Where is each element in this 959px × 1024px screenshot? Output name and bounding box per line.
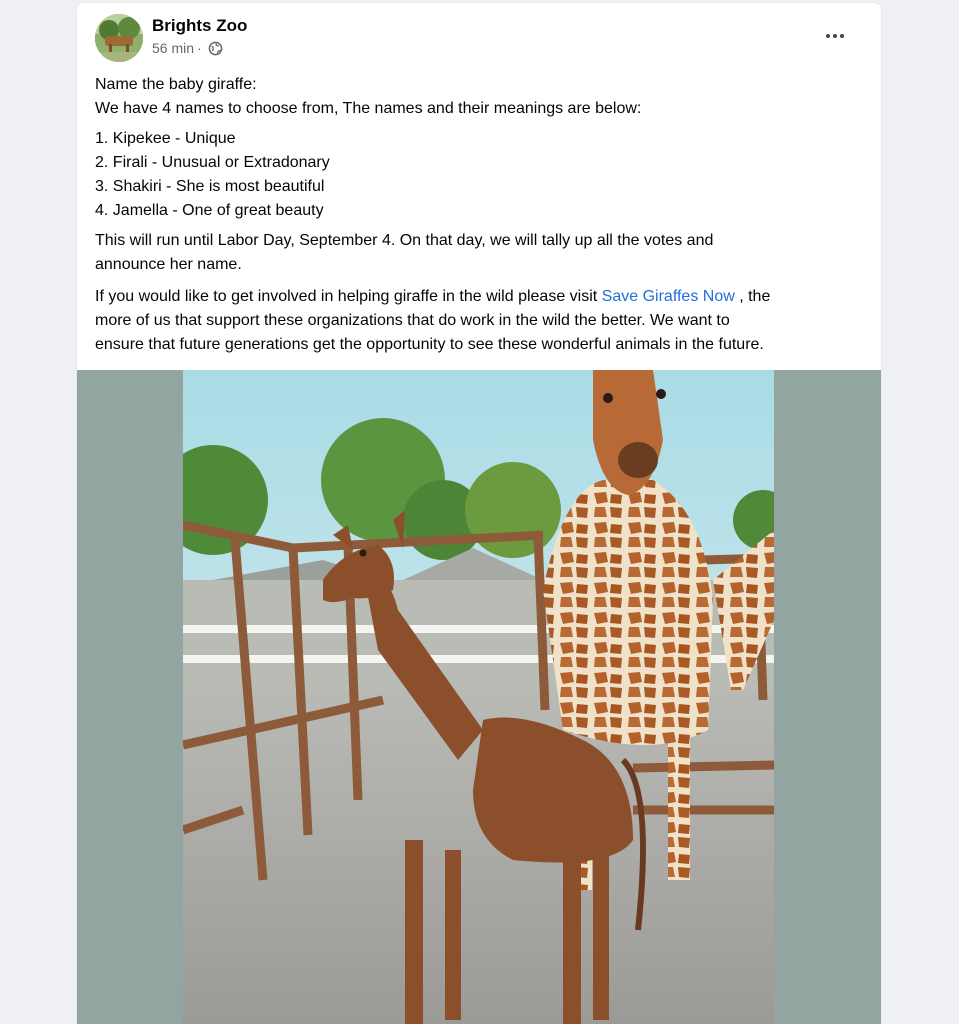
meta-separator: · [197, 40, 202, 56]
page-name[interactable]: Brights Zoo [152, 16, 247, 36]
save-giraffes-link[interactable]: Save Giraffes Now [602, 288, 735, 305]
involve-text-tail: , the [734, 288, 771, 305]
list-item: 4. Jamella - One of great beauty [95, 202, 324, 219]
announce-line: announce her name. [95, 256, 242, 273]
post-timestamp[interactable]: 56 min [152, 40, 194, 56]
more-options-icon[interactable] [817, 21, 853, 51]
name-list: 1. Kipekee - Unique 2. Firali - Unusual … [95, 127, 867, 223]
list-item: 1. Kipekee - Unique [95, 130, 236, 147]
list-item: 2. Firali - Unusual or Extradonary [95, 154, 330, 171]
page-avatar[interactable] [95, 14, 143, 62]
involve-text: If you would like to get involved in hel… [95, 288, 602, 305]
involve-line-2: more of us that support these organizati… [95, 312, 730, 329]
post-photo-container [77, 370, 881, 1024]
post-body: Name the baby giraffe: We have 4 names t… [95, 73, 867, 357]
involve-line: If you would like to get involved in hel… [95, 285, 867, 309]
list-item: 3. Shakiri - She is most beautiful [95, 178, 325, 195]
involve-line-3: ensure that future generations get the o… [95, 336, 764, 353]
post-heading: Name the baby giraffe: [95, 76, 257, 93]
post-card: Brights Zoo 56 min · Name the baby giraf… [77, 3, 881, 1024]
globe-icon [208, 41, 223, 56]
post-intro: We have 4 names to choose from, The name… [95, 100, 642, 117]
run-until-line: This will run until Labor Day, September… [95, 232, 714, 249]
giraffe-photo[interactable] [183, 370, 774, 1024]
post-meta: 56 min · [152, 40, 223, 56]
